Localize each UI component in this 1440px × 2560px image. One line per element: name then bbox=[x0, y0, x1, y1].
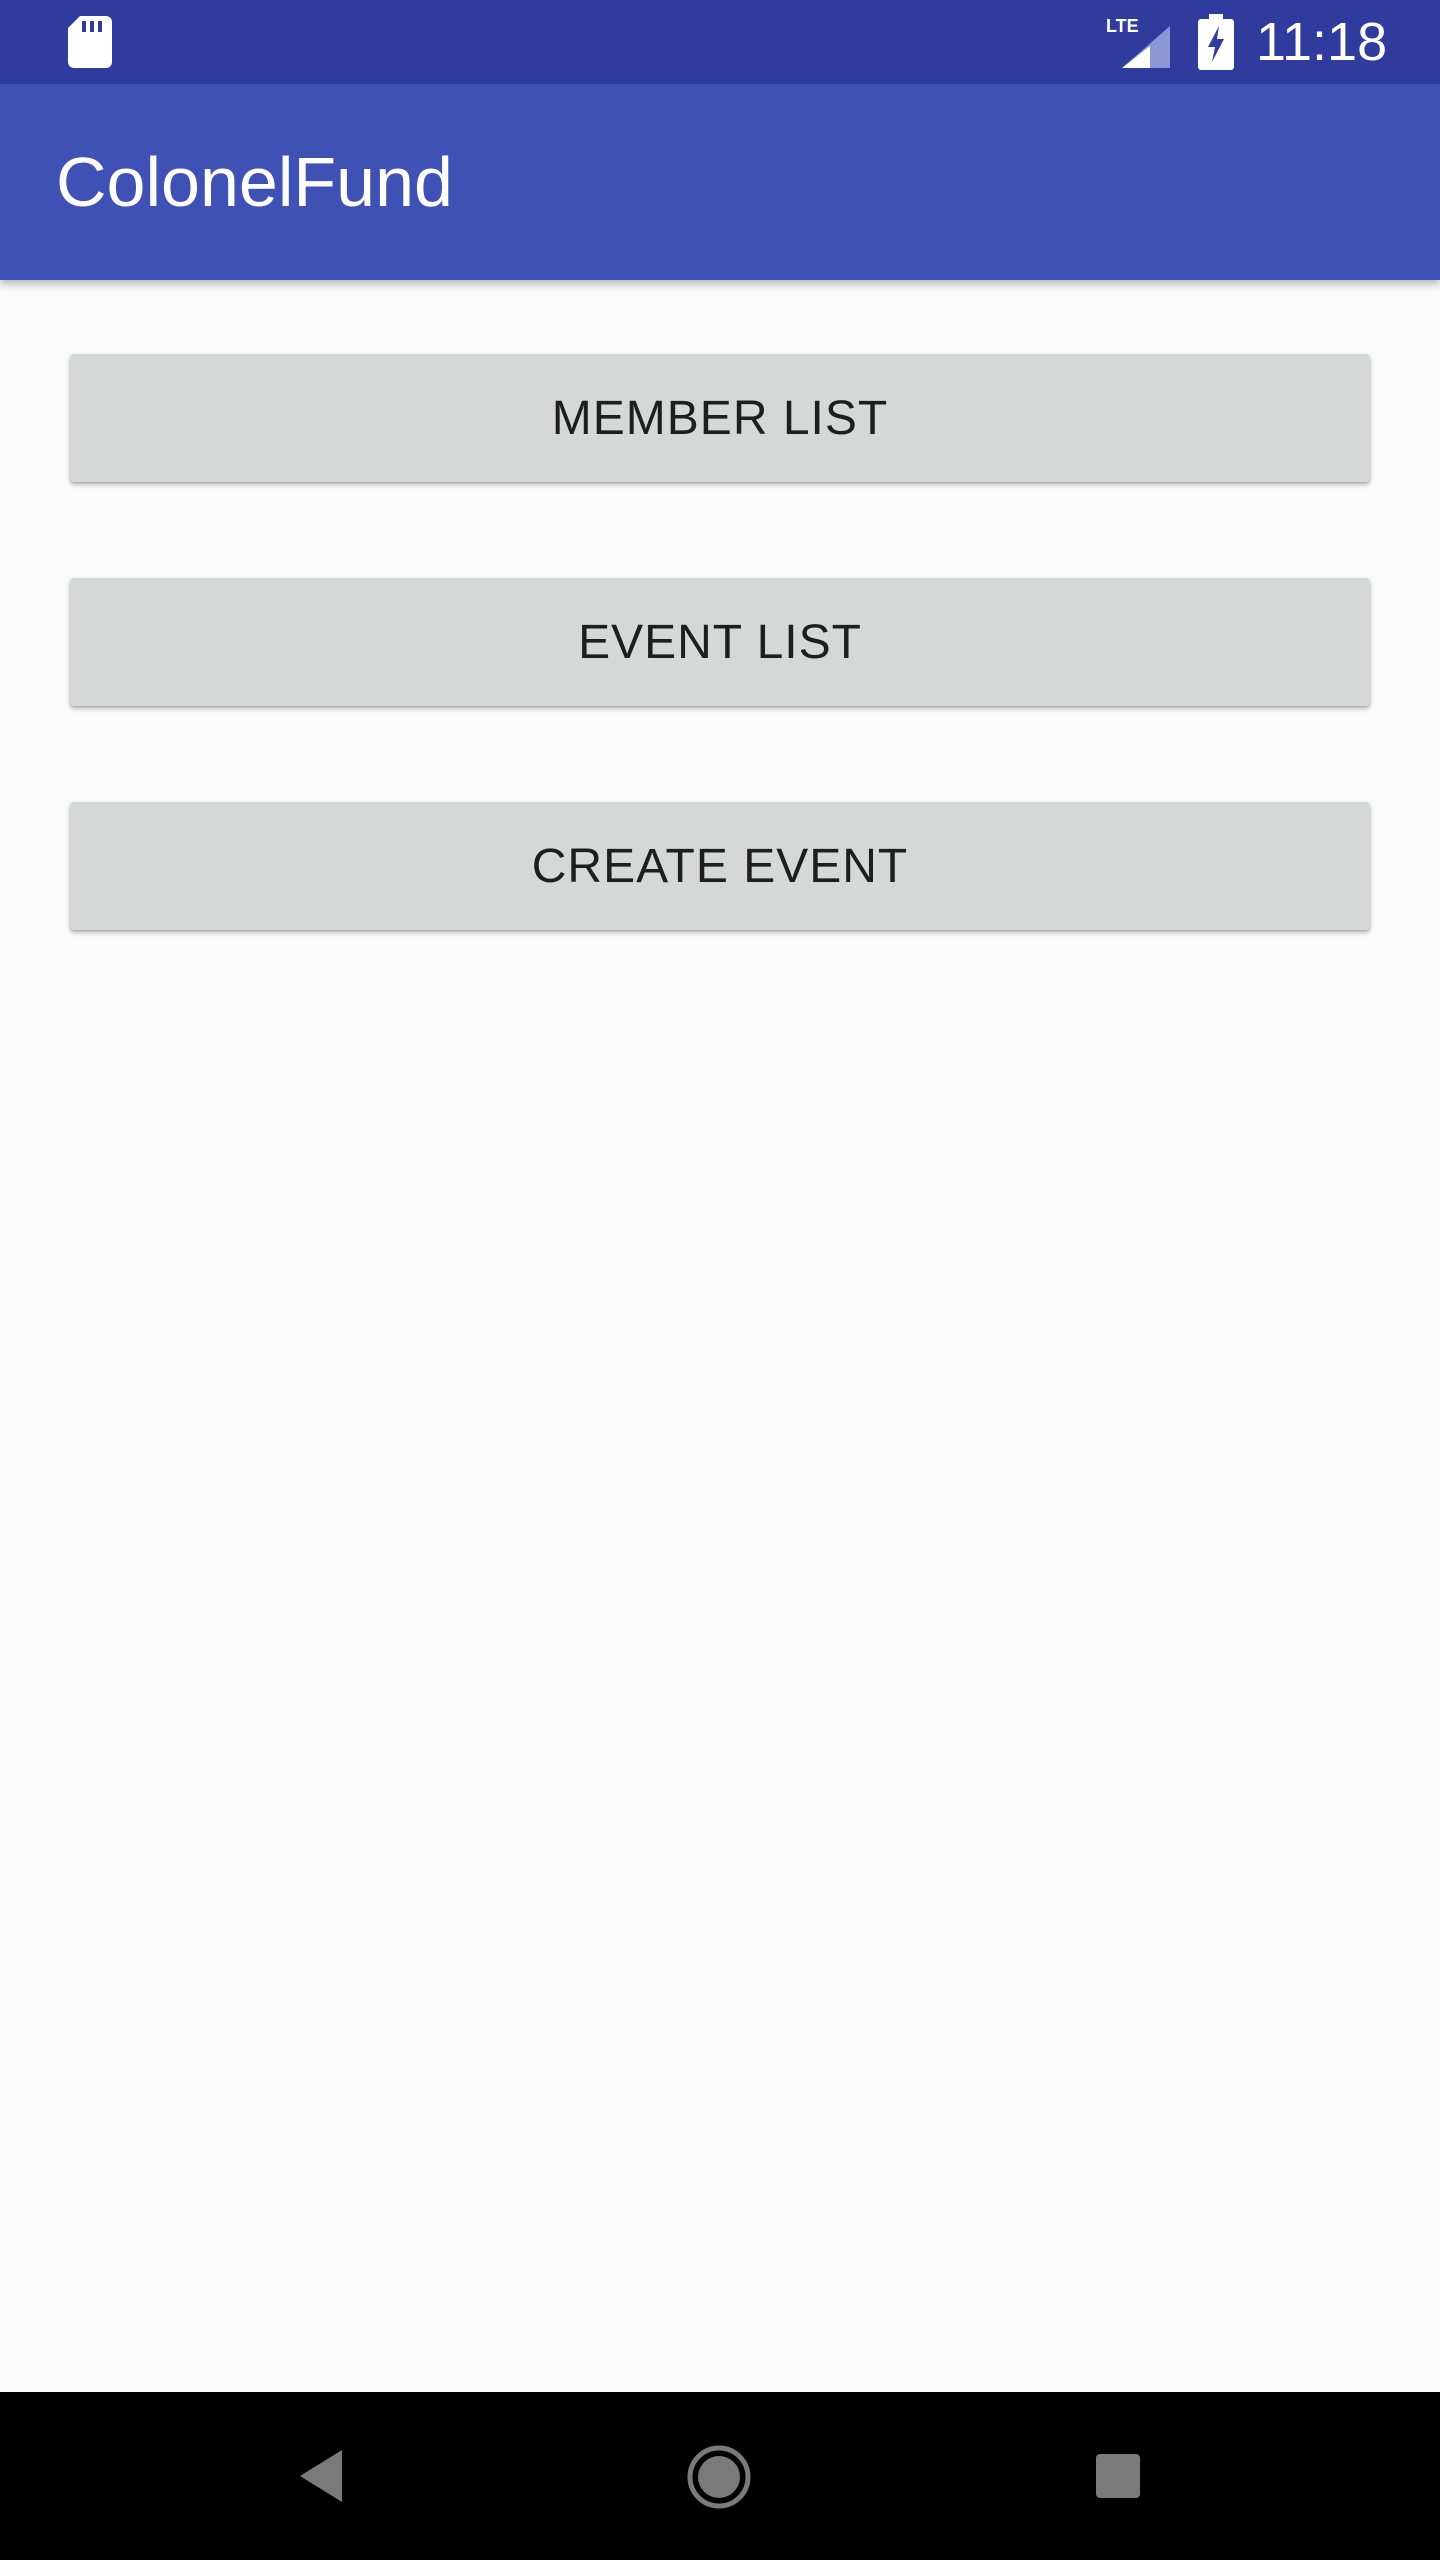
lte-label: LTE bbox=[1106, 16, 1139, 36]
event-list-button[interactable]: EVENT LIST bbox=[70, 578, 1370, 706]
app-title: ColonelFund bbox=[56, 143, 453, 221]
status-bar: LTE 11:18 bbox=[0, 0, 1440, 84]
back-icon[interactable] bbox=[296, 2446, 346, 2506]
lte-signal-icon: LTE bbox=[1106, 16, 1170, 68]
create-event-button[interactable]: CREATE EVENT bbox=[70, 802, 1370, 930]
main-content: MEMBER LIST EVENT LIST CREATE EVENT bbox=[0, 280, 1440, 2392]
recents-icon[interactable] bbox=[1096, 2454, 1140, 2498]
app-bar: ColonelFund bbox=[0, 84, 1440, 280]
sd-card-icon bbox=[68, 16, 112, 68]
navigation-bar bbox=[0, 2392, 1440, 2560]
home-icon[interactable] bbox=[686, 2444, 752, 2510]
battery-charging-icon bbox=[1198, 14, 1234, 70]
status-time: 11:18 bbox=[1256, 12, 1388, 72]
member-list-button[interactable]: MEMBER LIST bbox=[70, 354, 1370, 482]
